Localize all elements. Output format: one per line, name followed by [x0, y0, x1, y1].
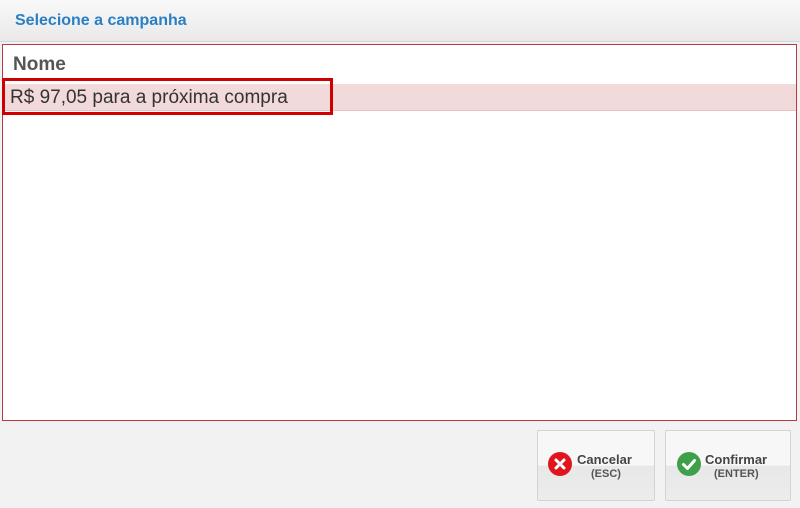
dialog-title: Selecione a campanha [15, 12, 187, 29]
campaign-grid: Nome R$ 97,05 para a próxima compra [2, 44, 797, 421]
confirm-button[interactable]: Confirmar (ENTER) [665, 430, 791, 501]
cancel-button-shortcut: (ESC) [591, 468, 621, 480]
check-circle-icon [677, 452, 701, 476]
campaign-dialog: Selecione a campanha Nome R$ 97,05 para … [0, 0, 800, 508]
column-header-nome[interactable]: Nome [13, 54, 66, 76]
dialog-titlebar: Selecione a campanha [0, 0, 800, 42]
campaign-name-cell[interactable]: R$ 97,05 para a próxima compra [10, 87, 288, 109]
close-circle-icon [548, 452, 572, 476]
confirm-button-shortcut: (ENTER) [714, 468, 759, 480]
confirm-button-label: Confirmar [705, 452, 768, 467]
table-row[interactable]: R$ 97,05 para a próxima compra [3, 84, 796, 111]
cancel-button-label: Cancelar [577, 452, 632, 467]
cancel-button[interactable]: Cancelar (ESC) [537, 430, 655, 501]
